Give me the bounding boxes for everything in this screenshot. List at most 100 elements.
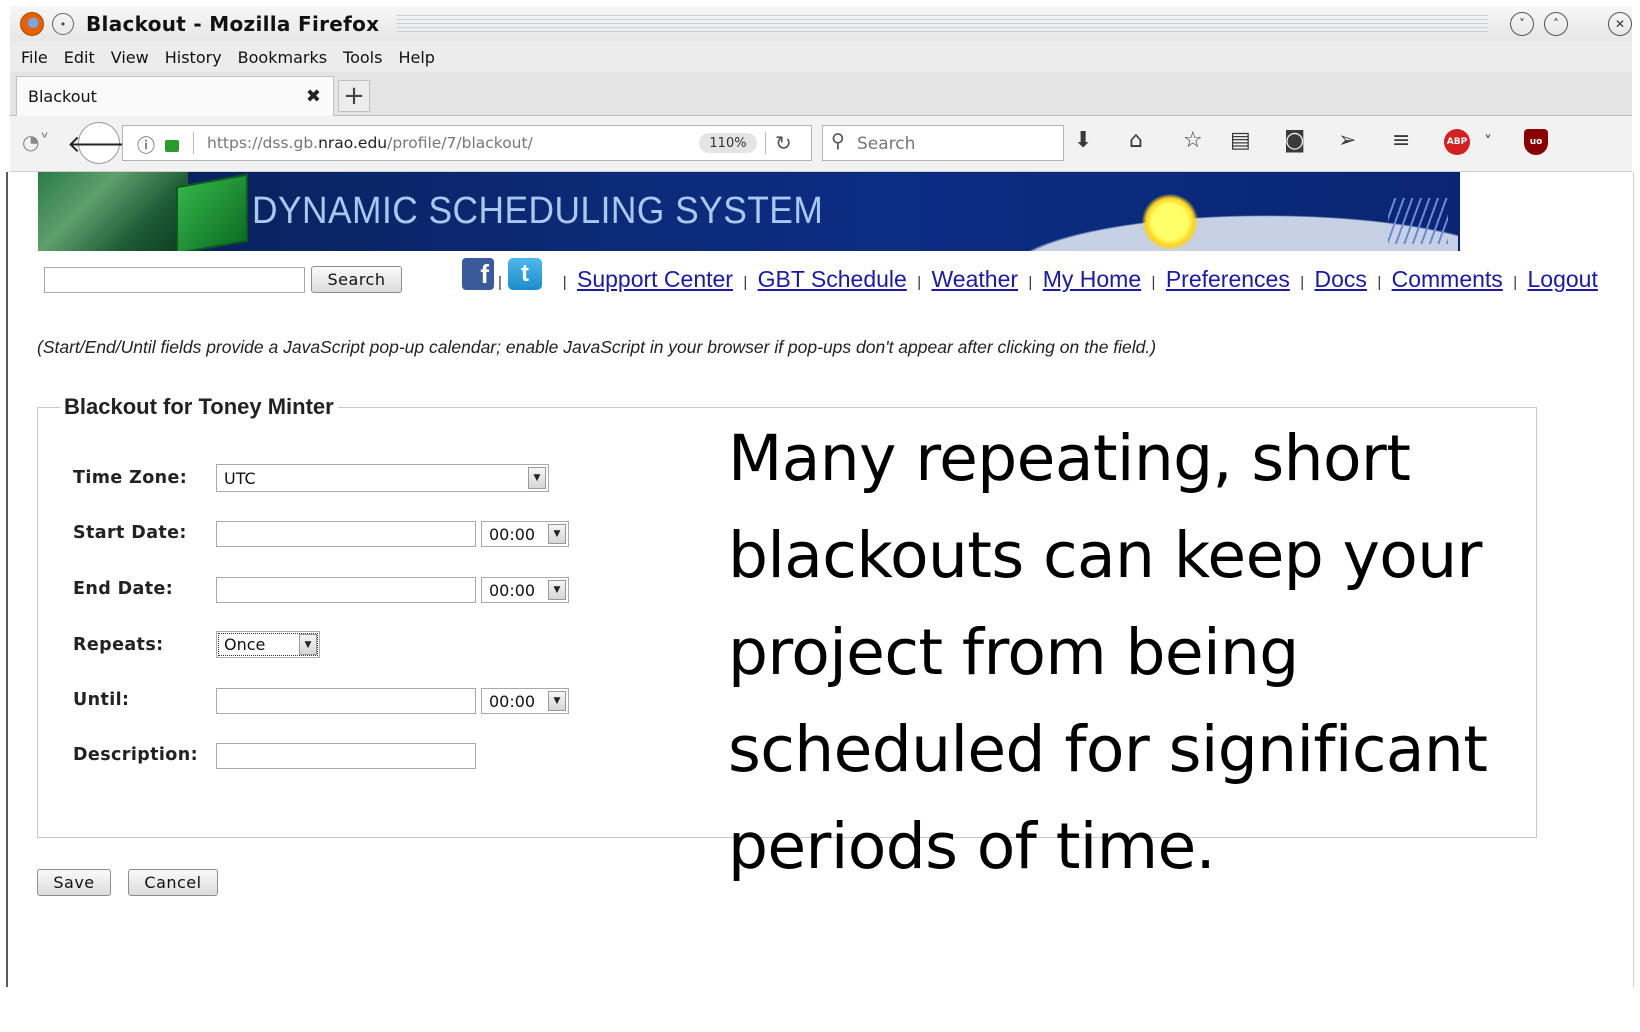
titlebar-decoration xyxy=(397,15,1488,33)
time-zone-select[interactable]: UTC ▼ xyxy=(216,464,549,492)
start-date-input[interactable] xyxy=(216,521,476,547)
start-time-select[interactable]: 00:00 ▼ xyxy=(481,521,569,547)
link-separator: | xyxy=(1151,274,1156,291)
zoom-indicator[interactable]: 110% xyxy=(699,133,757,153)
link-separator: | xyxy=(917,274,922,291)
site-search-button[interactable]: Search xyxy=(311,266,402,293)
new-tab-button[interactable]: + xyxy=(338,80,370,112)
cloud-wave-image xyxy=(818,172,1458,251)
info-icon[interactable]: ⓘ xyxy=(137,132,155,158)
search-icon: ⚲ xyxy=(831,130,845,152)
link-docs[interactable]: Docs xyxy=(1315,266,1367,292)
link-separator: | xyxy=(1028,274,1033,291)
end-time-value: 00:00 xyxy=(489,580,536,600)
description-input[interactable] xyxy=(216,743,476,769)
chevron-down-icon[interactable]: ˅ xyxy=(1484,132,1492,151)
minimize-icon[interactable]: ˅ xyxy=(1510,12,1534,36)
site-search-input[interactable] xyxy=(44,267,305,293)
link-comments[interactable]: Comments xyxy=(1392,266,1503,292)
link-weather[interactable]: Weather xyxy=(932,266,1019,292)
url-domain: nrao.edu xyxy=(318,134,388,152)
cube-logo-image xyxy=(176,173,248,251)
link-separator: | xyxy=(562,274,567,291)
until-time-value: 00:00 xyxy=(489,691,536,711)
window-title: Blackout - Mozilla Firefox xyxy=(86,12,380,36)
sun-image xyxy=(1142,194,1198,250)
downloads-icon[interactable]: ⬇ xyxy=(1074,128,1092,153)
link-preferences[interactable]: Preferences xyxy=(1166,266,1290,292)
rain-image xyxy=(1388,198,1448,244)
tab-close-icon[interactable]: ✖ xyxy=(306,86,321,107)
page-right-border xyxy=(1633,172,1634,987)
url-text[interactable]: https://dss.gb.nrao.edu/profile/7/blacko… xyxy=(207,134,533,152)
banner-title: DYNAMIC SCHEDULING SYSTEM xyxy=(252,190,824,232)
menu-history[interactable]: History xyxy=(165,48,222,67)
pocket-icon[interactable]: ◙ xyxy=(1284,128,1305,153)
browser-search-bar[interactable]: ⚲ Search xyxy=(822,125,1064,161)
window-menu-icon[interactable]: • xyxy=(52,13,74,35)
url-prefix: https://dss.gb. xyxy=(207,134,319,152)
page-left-border xyxy=(6,172,8,987)
site-nav-links: | | Support Center | GBT Schedule | Weat… xyxy=(494,266,1598,293)
menu-edit[interactable]: Edit xyxy=(64,48,95,67)
time-zone-value: UTC xyxy=(224,468,256,488)
cancel-button[interactable]: Cancel xyxy=(128,869,218,896)
javascript-note: (Start/End/Until fields provide a JavaSc… xyxy=(37,337,1157,357)
close-window-icon[interactable]: ✕ xyxy=(1608,12,1632,36)
site-banner: DYNAMIC SCHEDULING SYSTEM xyxy=(38,172,1460,251)
back-button[interactable]: 🡐 xyxy=(67,122,131,164)
repeats-select[interactable]: Once ▼ xyxy=(216,631,320,658)
tab-strip: Blackout ✖ + xyxy=(10,72,1632,116)
start-date-label: Start Date: xyxy=(73,523,187,543)
tab-blackout[interactable]: Blackout ✖ xyxy=(16,76,334,116)
menu-view[interactable]: View xyxy=(111,48,149,67)
history-dropdown-icon[interactable]: ◔˅ xyxy=(22,130,49,154)
dropdown-arrow-icon: ▼ xyxy=(528,467,546,489)
home-icon[interactable]: ⌂ xyxy=(1129,128,1143,153)
browser-search-placeholder: Search xyxy=(857,134,916,154)
navigation-toolbar: ◔˅ 🡐 ⓘ https://dss.gb.nrao.edu/profile/7… xyxy=(10,116,1632,172)
maximize-icon[interactable]: ˄ xyxy=(1544,12,1568,36)
until-input[interactable] xyxy=(216,688,476,714)
firefox-logo-icon xyxy=(20,12,44,36)
menu-bookmarks[interactable]: Bookmarks xyxy=(238,48,327,67)
menu-tools[interactable]: Tools xyxy=(343,48,382,67)
adblock-plus-icon[interactable]: ABP xyxy=(1444,129,1470,155)
form-legend: Blackout for Toney Minter xyxy=(60,394,338,420)
end-time-select[interactable]: 00:00 ▼ xyxy=(481,577,569,603)
link-logout[interactable]: Logout xyxy=(1528,266,1598,292)
link-separator: | xyxy=(1377,274,1382,291)
dropdown-arrow-icon: ▼ xyxy=(548,524,566,544)
start-time-value: 00:00 xyxy=(489,524,536,544)
link-support-center[interactable]: Support Center xyxy=(577,266,733,292)
bookmark-star-icon[interactable]: ☆ xyxy=(1183,128,1203,153)
reload-icon[interactable]: ↻ xyxy=(775,131,792,155)
menu-help[interactable]: Help xyxy=(398,48,434,67)
url-path: /profile/7/blackout/ xyxy=(387,134,533,152)
repeats-label: Repeats: xyxy=(73,635,164,655)
until-label: Until: xyxy=(73,690,130,710)
ublock-icon[interactable]: uo xyxy=(1524,129,1548,155)
overlay-caption: Many repeating, short blackouts can keep… xyxy=(728,422,1488,883)
until-time-select[interactable]: 00:00 ▼ xyxy=(481,688,569,714)
link-gbt-schedule[interactable]: GBT Schedule xyxy=(758,266,907,292)
url-bar[interactable]: ⓘ https://dss.gb.nrao.edu/profile/7/blac… xyxy=(122,125,812,161)
end-date-label: End Date: xyxy=(73,579,174,599)
send-tab-icon[interactable]: ➢ xyxy=(1338,128,1356,153)
reading-list-icon[interactable]: ▤ xyxy=(1230,128,1251,153)
end-date-input[interactable] xyxy=(216,577,476,603)
facebook-icon[interactable]: f xyxy=(462,258,494,290)
save-button[interactable]: Save xyxy=(37,869,111,896)
dropdown-arrow-icon: ▼ xyxy=(548,580,566,600)
link-my-home[interactable]: My Home xyxy=(1043,266,1141,292)
tab-label: Blackout xyxy=(28,87,97,106)
menu-file[interactable]: File xyxy=(21,48,48,67)
link-separator: | xyxy=(498,274,502,291)
link-separator: | xyxy=(1513,274,1518,291)
lock-icon xyxy=(165,140,179,152)
telescope-dish-image xyxy=(38,172,188,251)
link-separator: | xyxy=(743,274,748,291)
dropdown-arrow-icon: ▼ xyxy=(548,691,566,711)
link-separator: | xyxy=(1300,274,1305,291)
hamburger-menu-icon[interactable]: ≡ xyxy=(1392,128,1410,153)
